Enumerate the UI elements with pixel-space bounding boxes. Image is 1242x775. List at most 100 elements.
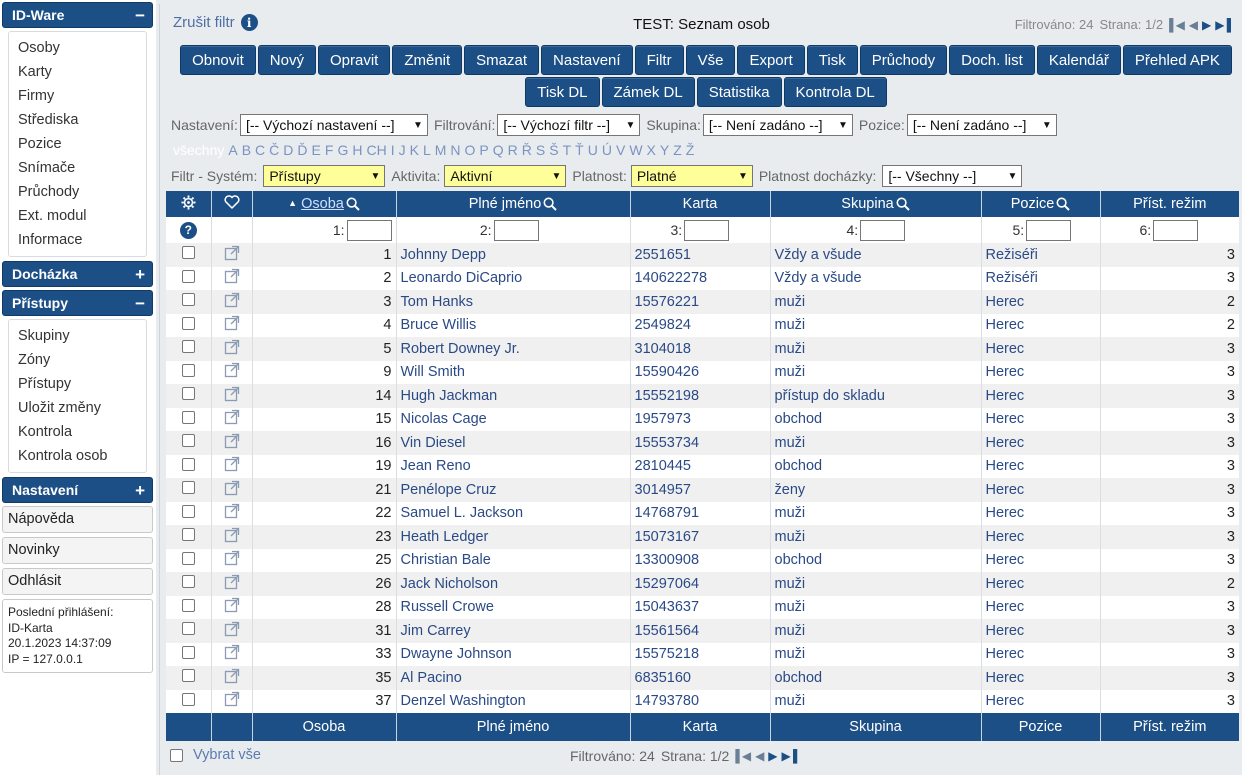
opravit-button[interactable]: Opravit [317, 45, 391, 75]
letter-s[interactable]: Š [549, 142, 558, 158]
settings-column-header[interactable] [166, 191, 212, 217]
table-row[interactable]: 14 Hugh Jackman 15552198 přístup do skladu H… [166, 384, 1239, 408]
menu-item-zony[interactable]: Zóny [9, 348, 146, 372]
external-link-icon[interactable] [224, 691, 240, 711]
letter-o[interactable]: O [465, 142, 476, 158]
novy-button[interactable]: Nový [257, 45, 316, 75]
menu-item-strediska[interactable]: Střediska [9, 108, 146, 132]
external-link-icon[interactable] [224, 433, 240, 453]
menu-section-nastaveni[interactable]: Nastavení + [2, 477, 153, 503]
collapse-icon[interactable]: − [135, 7, 145, 24]
table-row[interactable]: 3 Tom Hanks 15576221 muži Herec 2 [166, 290, 1239, 314]
external-link-icon[interactable] [224, 362, 240, 382]
letter-k[interactable]: K [410, 142, 419, 158]
table-row[interactable]: 28 Russell Crowe 15043637 muži Herec 3 [166, 595, 1239, 619]
row-checkbox[interactable] [181, 504, 195, 518]
column-header-regime[interactable]: Příst. režim [1100, 191, 1239, 217]
table-row[interactable]: 4 Bruce Willis 2549824 muži Herec 2 [166, 313, 1239, 337]
search-icon[interactable] [1056, 197, 1070, 211]
menu-section-pristupy[interactable]: Přístupy − [2, 290, 153, 316]
external-link-icon[interactable] [224, 550, 240, 570]
zamek-dl-button[interactable]: Zámek DL [601, 77, 695, 107]
table-row[interactable]: 1 Johnny Depp 2551651 Vždy a všude Režiséři 3 [166, 243, 1239, 267]
menu-item-snimace[interactable]: Snímače [9, 156, 146, 180]
column-filter-input[interactable] [346, 219, 392, 241]
menu-item-kontrola[interactable]: Kontrola [9, 420, 146, 444]
letter-u[interactable]: U [588, 142, 598, 158]
letter-u[interactable]: Ú [602, 142, 612, 158]
favorite-column-header[interactable] [211, 191, 253, 217]
column-header-person[interactable]: ▲ Osoba [252, 191, 397, 217]
row-checkbox[interactable] [181, 692, 195, 706]
letter-d[interactable]: D [283, 142, 293, 158]
prehled-apk-button[interactable]: Přehled APK [1122, 45, 1232, 75]
table-row[interactable]: 2 Leonardo DiCaprio 140622278 Vždy a všude R… [166, 266, 1239, 290]
external-link-icon[interactable] [224, 527, 240, 547]
column-header-group[interactable]: Skupina [770, 191, 982, 217]
menu-item-informace[interactable]: Informace [9, 228, 146, 252]
filtr-button[interactable]: Filtr [634, 45, 684, 75]
help-button[interactable]: Nápověda [2, 506, 153, 533]
column-filter-input[interactable] [684, 219, 730, 241]
doch-list-button[interactable]: Doch. list [949, 45, 1035, 75]
table-row[interactable]: 19 Jean Reno 2810445 obchod Herec 3 [166, 454, 1239, 478]
zmenit-button[interactable]: Změnit [392, 45, 463, 75]
letter-t[interactable]: T [563, 142, 572, 158]
row-checkbox[interactable] [181, 434, 195, 448]
letter-x[interactable]: X [647, 142, 656, 158]
external-link-icon[interactable] [224, 668, 240, 688]
search-icon[interactable] [346, 197, 360, 211]
search-icon[interactable] [896, 197, 910, 211]
letter-z[interactable]: Z [673, 142, 682, 158]
external-link-icon[interactable] [224, 503, 240, 523]
tisk-button[interactable]: Tisk [806, 45, 858, 75]
external-link-icon[interactable] [224, 644, 240, 664]
select-all-checkbox[interactable] [170, 748, 183, 762]
select-all[interactable]: Vybrat vše [170, 747, 261, 763]
letter-s[interactable]: S [536, 142, 545, 158]
next-page-icon[interactable]: ▶ [768, 749, 777, 763]
last-page-icon[interactable]: ▶▐ [782, 749, 798, 763]
external-link-icon[interactable] [224, 621, 240, 641]
row-checkbox[interactable] [181, 457, 195, 471]
letter-m[interactable]: M [435, 142, 447, 158]
system-select[interactable]: Přístupy ▼ [263, 165, 386, 187]
menu-item-osoby[interactable]: Osoby [9, 36, 146, 60]
menu-item-ulozit-zmeny[interactable]: Uložit změny [9, 396, 146, 420]
external-link-icon[interactable] [224, 456, 240, 476]
row-checkbox[interactable] [181, 340, 195, 354]
heart-icon[interactable] [223, 195, 240, 209]
letter-c[interactable]: Č [269, 142, 279, 158]
column-filter-input[interactable] [1153, 219, 1199, 241]
clear-filter-link[interactable]: Zrušit filtr i [173, 14, 258, 31]
letter-d[interactable]: Ď [297, 142, 307, 158]
letter-all[interactable]: všechny [173, 142, 224, 158]
statistika-button[interactable]: Statistika [696, 77, 782, 107]
row-checkbox[interactable] [181, 669, 195, 683]
table-row[interactable]: 25 Christian Bale 13300908 obchod Herec 3 [166, 548, 1239, 572]
external-link-icon[interactable] [224, 339, 240, 359]
table-row[interactable]: 35 Al Pacino 6835160 obchod Herec 3 [166, 666, 1239, 690]
expand-icon[interactable]: + [135, 266, 145, 283]
row-checkbox[interactable] [181, 293, 195, 307]
row-checkbox[interactable] [181, 551, 195, 565]
letter-h[interactable]: H [352, 142, 362, 158]
letter-t[interactable]: Ť [575, 142, 584, 158]
first-page-icon[interactable]: ▌◀ [1169, 18, 1185, 32]
filter-select[interactable]: [-- Výchozí filtr --] ▼ [497, 114, 641, 136]
letter-z[interactable]: Ž [686, 142, 695, 158]
row-checkbox[interactable] [181, 575, 195, 589]
row-checkbox[interactable] [181, 246, 195, 260]
logout-button[interactable]: Odhlásit [2, 568, 153, 595]
row-checkbox[interactable] [181, 528, 195, 542]
row-checkbox[interactable] [181, 598, 195, 612]
menu-section-dochazka[interactable]: Docházka + [2, 261, 153, 287]
table-row[interactable]: 23 Heath Ledger 15073167 muži Herec 3 [166, 525, 1239, 549]
letter-r[interactable]: Ř [522, 142, 532, 158]
external-link-icon[interactable] [224, 597, 240, 617]
menu-section-idware[interactable]: ID-Ware − [2, 2, 153, 28]
table-row[interactable]: 5 Robert Downey Jr. 3104018 muži Herec 3 [166, 337, 1239, 361]
letter-c[interactable]: C [255, 142, 265, 158]
first-page-icon[interactable]: ▌◀ [735, 749, 751, 763]
table-row[interactable]: 15 Nicolas Cage 1957973 obchod Herec 3 [166, 407, 1239, 431]
